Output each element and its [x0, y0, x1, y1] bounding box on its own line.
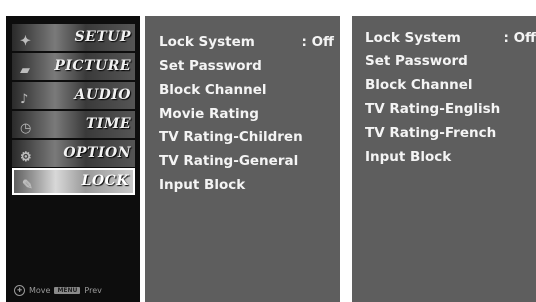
menu-item-label: Block Channel: [365, 77, 473, 93]
sidebar-item-audio[interactable]: ♪ AUDIO: [12, 82, 135, 109]
sidebar-item-picture[interactable]: ▰ PICTURE: [12, 53, 135, 80]
menu-item-input-block[interactable]: Input Block: [159, 177, 334, 193]
move-label: Move: [29, 286, 51, 295]
menu-key: MENU: [54, 287, 81, 294]
menu-item-label: TV Rating-Children: [159, 129, 303, 145]
sidebar-item-label: LOCK: [81, 173, 129, 189]
menu-item-label: Lock System: [365, 30, 461, 46]
sidebar-item-label: SETUP: [74, 29, 131, 45]
prev-label: Prev: [84, 286, 102, 295]
menu-item-lock-system[interactable]: Lock System : Off: [159, 34, 334, 50]
lock-icon: ✎: [22, 178, 34, 193]
menu-item-set-password[interactable]: Set Password: [365, 53, 530, 69]
sidebar-item-time[interactable]: ◷ TIME: [12, 111, 135, 138]
clock-icon: ◷: [20, 121, 32, 136]
menu-item-label: Set Password: [365, 53, 468, 69]
sidebar-item-label: AUDIO: [74, 87, 131, 103]
menu-item-label: Block Channel: [159, 82, 267, 98]
sidebar-item-label: OPTION: [63, 145, 131, 161]
menu-item-lock-system[interactable]: Lock System : Off: [365, 30, 536, 46]
menu-item-set-password[interactable]: Set Password: [159, 58, 334, 74]
menu-item-block-channel[interactable]: Block Channel: [159, 82, 334, 98]
menu-item-block-channel[interactable]: Block Channel: [365, 77, 530, 93]
sidebar-item-label: PICTURE: [54, 58, 131, 74]
sidebar-item-setup[interactable]: ✦ SETUP: [12, 24, 135, 51]
menu-item-label: Input Block: [365, 149, 452, 165]
sidebar-item-lock[interactable]: ✎ LOCK: [12, 168, 135, 195]
lock-menu-panel-alt: Lock System : Off Set Password Block Cha…: [352, 16, 536, 302]
menu-item-label: Set Password: [159, 58, 262, 74]
menu-item-tv-rating-general[interactable]: TV Rating-General: [159, 153, 334, 169]
menu-item-tv-rating-english[interactable]: TV Rating-English: [365, 101, 530, 117]
menu-item-movie-rating[interactable]: Movie Rating: [159, 106, 334, 122]
menu-item-label: Input Block: [159, 177, 246, 193]
sidebar-item-label: TIME: [85, 116, 131, 132]
option-icon: ⚙: [20, 150, 33, 165]
menu-item-label: Lock System: [159, 34, 255, 50]
sidebar-footer: ✚ Move MENU Prev: [14, 285, 136, 296]
move-icon: ✚: [14, 285, 25, 296]
lock-sidebar: ✦ SETUP ▰ PICTURE ♪ AUDIO ◷ TIME ⚙ OPTIO…: [6, 16, 140, 302]
setup-icon: ✦: [20, 34, 32, 49]
menu-item-tv-rating-french[interactable]: TV Rating-French: [365, 125, 530, 141]
audio-icon: ♪: [20, 92, 29, 107]
menu-item-input-block[interactable]: Input Block: [365, 149, 530, 165]
lock-menu-panel: Lock System : Off Set Password Block Cha…: [145, 16, 340, 302]
menu-item-label: TV Rating-French: [365, 125, 497, 141]
sidebar-item-option[interactable]: ⚙ OPTION: [12, 140, 135, 167]
lock-system-value: : Off: [301, 34, 334, 50]
menu-item-label: TV Rating-General: [159, 153, 299, 169]
picture-icon: ▰: [20, 63, 31, 78]
lock-system-value: : Off: [503, 30, 536, 46]
menu-item-label: Movie Rating: [159, 106, 259, 122]
menu-item-label: TV Rating-English: [365, 101, 501, 117]
menu-item-tv-rating-children[interactable]: TV Rating-Children: [159, 129, 334, 145]
